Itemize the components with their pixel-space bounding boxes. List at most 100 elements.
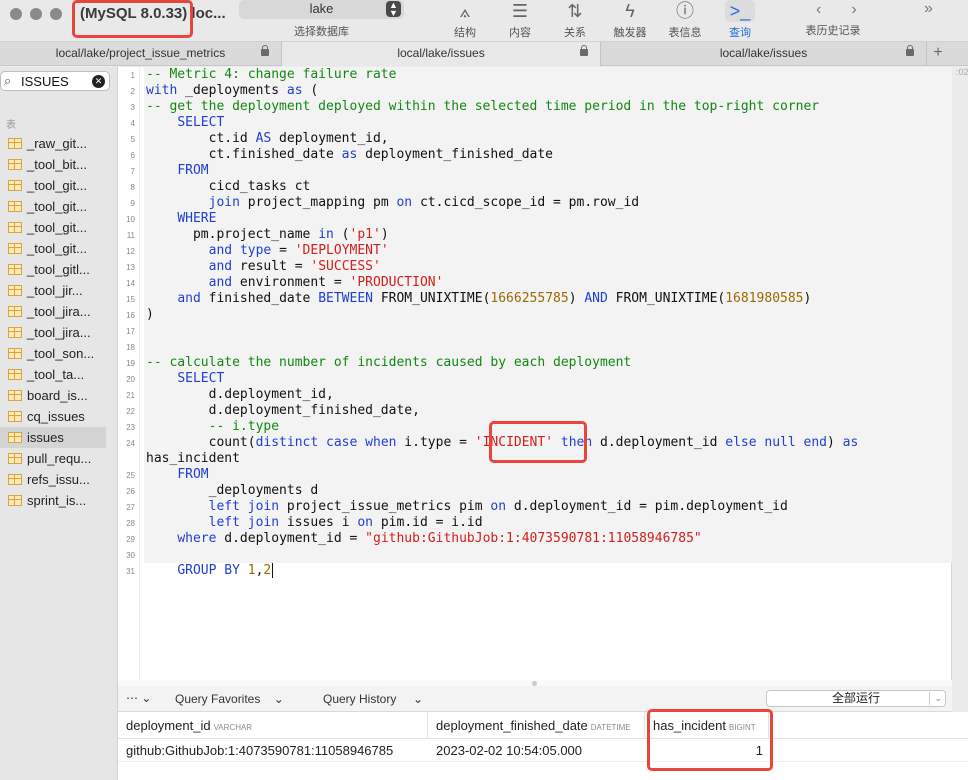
code-line[interactable]: count(distinct case when i.type = 'INCID…: [146, 435, 859, 451]
query-editor[interactable]: 1 2 3 4 5 6 7 8 9 10 11 12 13 14 15 16 17 18 19 20 21 22 23 24 2…: [118, 67, 952, 680]
tab-issues-active[interactable]: local/lake/issues: [282, 42, 601, 66]
code-line[interactable]: with _deployments as (: [146, 83, 318, 99]
sidebar-table-item[interactable]: _raw_git...: [0, 133, 118, 154]
code-token: GROUP BY: [177, 563, 240, 578]
line-number: 26: [126, 487, 135, 496]
code-line[interactable]: -- calculate the number of incidents cau…: [146, 355, 631, 371]
code-line[interactable]: _deployments d: [146, 483, 319, 499]
sidebar-table-item[interactable]: _tool_git...: [0, 196, 118, 217]
back-arrow-icon[interactable]: ‹: [816, 1, 851, 18]
code-line[interactable]: FROM: [146, 467, 208, 483]
code-line[interactable]: d.deployment_id,: [146, 387, 334, 403]
tab-issues[interactable]: local/lake/issues: [601, 42, 927, 66]
cell-has-incident[interactable]: 1: [645, 740, 769, 762]
sidebar-table-item[interactable]: sprint_is...: [0, 490, 118, 511]
sidebar-table-item[interactable]: pull_requ...: [0, 448, 118, 469]
code-token: pim.id = i.id: [373, 515, 483, 530]
column-type: BIGINT: [729, 723, 756, 732]
sidebar-table-item[interactable]: _tool_git...: [0, 238, 118, 259]
column-header-has-incident[interactable]: has_incident BIGINT: [645, 712, 769, 739]
code-line[interactable]: and result = 'SUCCESS': [146, 259, 381, 275]
code-line[interactable]: has_incident: [146, 451, 240, 467]
chevron-down-icon[interactable]: ⌄: [934, 691, 942, 706]
column-name: deployment_id: [126, 718, 211, 733]
lock-icon: [261, 45, 269, 56]
code-line[interactable]: pm.project_name in ('p1'): [146, 227, 389, 243]
forward-arrow-icon[interactable]: ›: [851, 1, 886, 18]
code-line[interactable]: FROM: [146, 163, 208, 179]
toolbar-triggers-button[interactable]: ϟ 触发器: [608, 0, 652, 40]
more-options-button[interactable]: ⋯ ⌄: [126, 691, 151, 705]
sidebar-table-item[interactable]: refs_issu...: [0, 469, 118, 490]
code-line[interactable]: -- get the deployment deployed within th…: [146, 99, 819, 115]
code-line[interactable]: ct.id AS deployment_id,: [146, 131, 389, 147]
table-search-field[interactable]: ⌕ ✕: [0, 71, 110, 91]
sidebar-table-item[interactable]: _tool_git...: [0, 175, 118, 196]
cell-deployment-id[interactable]: github:GithubJob:1:4073590781:1105894678…: [118, 740, 428, 762]
query-favorites-button[interactable]: Query Favorites ⌄: [175, 692, 284, 706]
code-line[interactable]: and finished_date BETWEEN FROM_UNIXTIME(…: [146, 291, 811, 307]
code-line[interactable]: SELECT: [146, 371, 224, 387]
code-line[interactable]: and environment = 'PRODUCTION': [146, 275, 444, 291]
table-icon: [8, 264, 22, 275]
sidebar-table-item[interactable]: issues: [0, 427, 106, 448]
add-tab-button[interactable]: +: [927, 42, 949, 66]
column-header-deployment-finished-date[interactable]: deployment_finished_date DATETIME: [428, 712, 645, 739]
sidebar-table-item[interactable]: _tool_jira...: [0, 301, 118, 322]
sidebar-table-item[interactable]: _tool_git...: [0, 217, 118, 238]
table-row[interactable]: github:GithubJob:1:4073590781:1105894678…: [118, 740, 968, 762]
code-line[interactable]: -- i.type: [146, 419, 279, 435]
code-token: _deployments d: [146, 483, 319, 498]
toolbar-structure-button[interactable]: ⟑ 结构: [443, 0, 487, 40]
sidebar-table-item[interactable]: _tool_bit...: [0, 154, 118, 175]
sidebar-table-item[interactable]: _tool_son...: [0, 343, 118, 364]
column-header-deployment-id[interactable]: deployment_id VARCHAR: [118, 712, 428, 739]
code-line[interactable]: left join project_issue_metrics pim on d…: [146, 499, 788, 515]
run-all-label: 全部运行: [831, 691, 880, 705]
sidebar-table-item[interactable]: board_is...: [0, 385, 118, 406]
code-line[interactable]: join project_mapping pm on ct.cicd_scope…: [146, 195, 640, 211]
code-line[interactable]: cicd_tasks ct: [146, 179, 311, 195]
run-all-button[interactable]: 全部运行 ⌄: [766, 690, 946, 707]
chevron-down-icon: ⌄: [273, 692, 284, 706]
close-window-button[interactable]: [10, 8, 22, 20]
query-history-label: Query History: [323, 692, 397, 706]
toolbar-overflow-icon[interactable]: »: [924, 0, 933, 18]
sidebar-table-item[interactable]: _tool_jira...: [0, 322, 118, 343]
code-line[interactable]: ): [146, 307, 154, 323]
toolbar-table-info-button[interactable]: ⓘ 表信息: [663, 0, 707, 40]
code-line[interactable]: SELECT: [146, 115, 224, 131]
sidebar-table-item[interactable]: _tool_gitl...: [0, 259, 118, 280]
info-icon: ⓘ: [676, 1, 694, 21]
code-line[interactable]: d.deployment_finished_date,: [146, 403, 420, 419]
code-line[interactable]: -- Metric 4: change failure rate: [146, 67, 396, 83]
code-line[interactable]: left join issues i on pim.id = i.id: [146, 515, 483, 531]
toolbar-content-button[interactable]: ☰ 内容: [498, 0, 542, 40]
toolbar-query-button[interactable]: >_ 查询: [718, 0, 762, 40]
code-line[interactable]: GROUP BY 1,2: [146, 563, 271, 579]
query-history-button[interactable]: Query History ⌄: [323, 692, 423, 706]
code-line[interactable]: and type = 'DEPLOYMENT': [146, 243, 389, 259]
table-search-input[interactable]: [21, 74, 87, 89]
clipped-text-fragment: :02: [956, 67, 968, 77]
sidebar-table-item[interactable]: cq_issues: [0, 406, 118, 427]
sidebar-table-item[interactable]: _tool_jir...: [0, 280, 118, 301]
clear-search-icon[interactable]: ✕: [92, 75, 105, 88]
code-line[interactable]: WHERE: [146, 211, 216, 227]
cell-deployment-finished-date[interactable]: 2023-02-02 10:54:05.000: [428, 740, 645, 762]
code-token: (: [302, 83, 319, 98]
minimize-window-button[interactable]: [30, 8, 42, 20]
sidebar-table-item[interactable]: _tool_ta...: [0, 364, 118, 385]
zoom-window-button[interactable]: [50, 8, 62, 20]
code-line[interactable]: ct.finished_date as deployment_finished_…: [146, 147, 553, 163]
line-number: 30: [126, 551, 135, 560]
tab-label: local/lake/issues: [719, 46, 808, 60]
tab-project-issue-metrics[interactable]: local/lake/project_issue_metrics: [0, 42, 282, 66]
code-line[interactable]: where d.deployment_id = "github:GithubJo…: [146, 531, 701, 547]
table-icon: [8, 138, 22, 149]
toolbar-relations-button[interactable]: ⇅ 关系: [553, 0, 597, 40]
database-select[interactable]: lake ▲ ▼: [239, 0, 404, 19]
